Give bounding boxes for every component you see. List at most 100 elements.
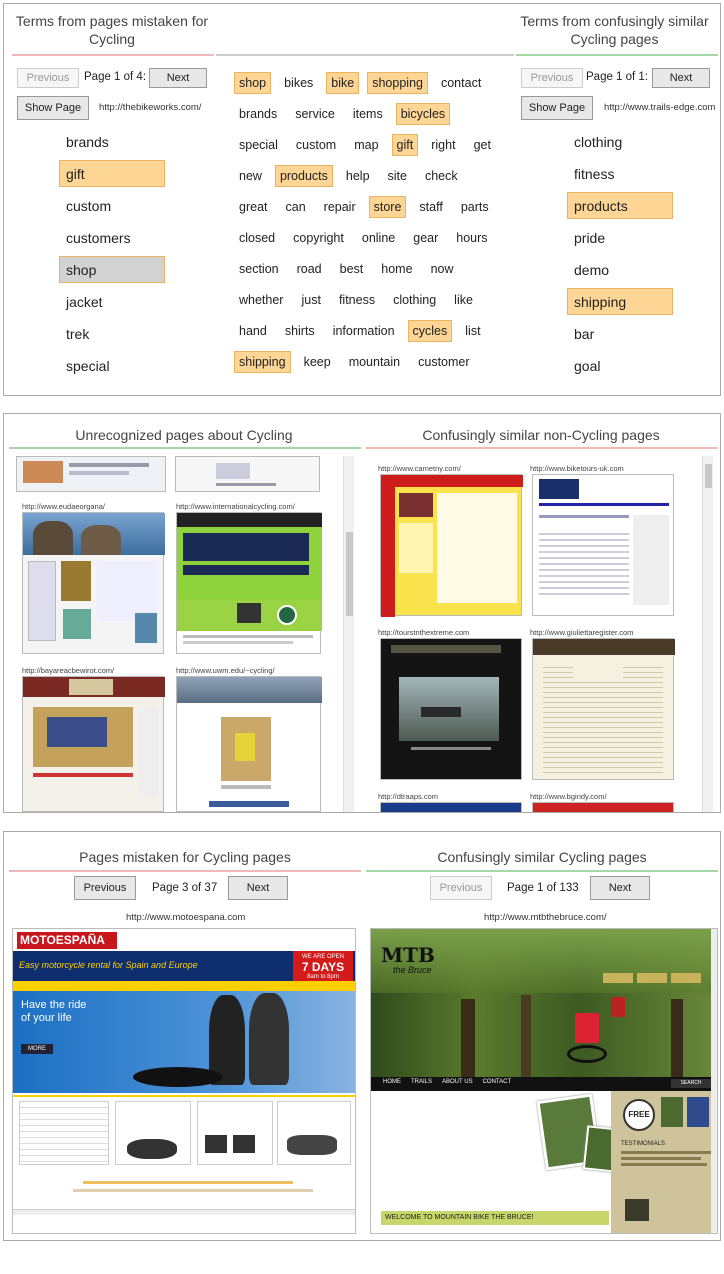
page-thumbnail[interactable] (532, 802, 674, 812)
cloud-term[interactable]: closed (234, 227, 280, 249)
page-thumbnail[interactable] (176, 676, 322, 812)
cloud-term[interactable]: shop (234, 71, 272, 94)
cloud-term[interactable]: can (281, 196, 311, 218)
page-thumbnail[interactable] (22, 512, 165, 654)
right-term-item[interactable]: pride (567, 224, 673, 251)
cloud-term[interactable]: gift (391, 133, 419, 156)
cloud-term[interactable]: now (426, 258, 459, 280)
page-thumbnail[interactable] (532, 638, 675, 780)
page-thumbnail[interactable] (380, 638, 522, 780)
left-term-item[interactable]: customers (59, 224, 165, 251)
cloud-term[interactable]: just (296, 289, 325, 311)
cloud-term[interactable]: copyright (288, 227, 349, 249)
cloud-term[interactable]: new (234, 165, 267, 187)
left-next-button[interactable]: Next (149, 68, 207, 88)
mistaken-page-screenshot[interactable]: MOTOESPAÑA Easy motorcycle rental for Sp… (12, 928, 356, 1234)
mtb-menu-item[interactable]: TRAILS (411, 1079, 432, 1085)
cloud-term[interactable]: cycles (407, 319, 453, 342)
left-previous-button[interactable]: Previous (17, 68, 79, 88)
similar-page-screenshot[interactable]: MTB the Bruce HOME TRAILS ABOUT US CONTACT … (370, 928, 718, 1234)
right-next-button[interactable]: Next (652, 68, 710, 88)
cloud-term[interactable]: right (426, 134, 460, 156)
left-term-item[interactable]: shop (59, 256, 165, 283)
similar-next-button[interactable]: Next (590, 876, 650, 900)
mistaken-previous-button[interactable]: Previous (74, 876, 136, 900)
cloud-term[interactable]: online (357, 227, 400, 249)
left-term-item[interactable]: gift (59, 160, 165, 187)
cloud-term[interactable]: shirts (280, 320, 320, 342)
cloud-term[interactable]: bikes (279, 72, 318, 94)
cloud-term[interactable]: customer (413, 351, 474, 373)
mistaken-next-button[interactable]: Next (228, 876, 288, 900)
cloud-term[interactable]: gear (408, 227, 443, 249)
left-term-item[interactable]: trek (59, 320, 165, 347)
cloud-term[interactable]: like (449, 289, 478, 311)
right-previous-button[interactable]: Previous (521, 68, 583, 88)
cloud-term[interactable]: repair (319, 196, 361, 218)
cloud-term[interactable]: special (234, 134, 283, 156)
mtb-menu-item[interactable]: ABOUT US (442, 1079, 473, 1085)
similar-non-cycling-scrollbar[interactable] (702, 456, 713, 812)
cloud-term[interactable]: bicycles (395, 102, 451, 125)
cloud-term[interactable]: shopping (367, 71, 428, 94)
mtb-search-button[interactable]: SEARCH (671, 1079, 711, 1088)
cloud-term[interactable]: site (383, 165, 412, 187)
page-thumbnail[interactable] (380, 802, 522, 812)
scrollbar-thumb[interactable] (705, 464, 712, 488)
right-term-item[interactable]: demo (567, 256, 673, 283)
cloud-term[interactable]: help (341, 165, 375, 187)
left-term-item[interactable]: special (59, 352, 165, 379)
cloud-term[interactable]: keep (299, 351, 336, 373)
cloud-term[interactable]: home (376, 258, 417, 280)
mtb-menu-item[interactable]: HOME (383, 1079, 401, 1085)
cloud-term[interactable]: custom (291, 134, 341, 156)
right-term-item[interactable]: clothing (567, 128, 673, 155)
cloud-term[interactable]: items (348, 103, 388, 125)
right-term-item[interactable]: bar (567, 320, 673, 347)
page-thumbnail[interactable] (22, 676, 165, 812)
cloud-term[interactable]: contact (436, 72, 486, 94)
cloud-term[interactable]: check (420, 165, 463, 187)
right-term-item[interactable]: fitness (567, 160, 673, 187)
cloud-term[interactable]: products (274, 164, 333, 187)
cloud-term[interactable]: staff (414, 196, 447, 218)
cloud-term[interactable]: hours (451, 227, 492, 249)
cloud-term[interactable]: great (234, 196, 273, 218)
right-term-item[interactable]: goal (567, 352, 673, 379)
cloud-term[interactable]: section (234, 258, 284, 280)
page-thumbnail[interactable] (532, 474, 674, 616)
page-thumbnail[interactable] (175, 456, 320, 492)
cloud-term[interactable]: shipping (234, 350, 291, 373)
mtb-menu-item[interactable]: CONTACT (483, 1079, 512, 1085)
cloud-term[interactable]: brands (234, 103, 282, 125)
more-button[interactable]: MORE (21, 1044, 53, 1054)
cloud-term[interactable]: road (292, 258, 327, 280)
scrollbar-thumb[interactable] (346, 532, 353, 616)
unrecognized-scrollbar[interactable] (343, 456, 354, 812)
similar-previous-button[interactable]: Previous (430, 876, 492, 900)
page-thumbnail[interactable] (176, 512, 322, 654)
right-term-item[interactable]: products (567, 192, 673, 219)
cloud-term[interactable]: parts (456, 196, 494, 218)
cloud-term[interactable]: service (290, 103, 340, 125)
cloud-term[interactable]: whether (234, 289, 288, 311)
cloud-term[interactable]: bike (326, 71, 360, 94)
left-term-item[interactable]: custom (59, 192, 165, 219)
right-show-page-button[interactable]: Show Page (521, 96, 593, 120)
cloud-term[interactable]: mountain (344, 351, 405, 373)
cloud-term[interactable]: list (460, 320, 485, 342)
cloud-term[interactable]: clothing (388, 289, 441, 311)
left-term-item[interactable]: jacket (59, 288, 165, 315)
left-show-page-button[interactable]: Show Page (17, 96, 89, 120)
cloud-term[interactable]: best (335, 258, 369, 280)
page-thumbnail[interactable] (16, 456, 166, 492)
cloud-term[interactable]: fitness (334, 289, 380, 311)
cloud-term[interactable]: information (328, 320, 400, 342)
cloud-term[interactable]: hand (234, 320, 272, 342)
cloud-term[interactable]: store (368, 195, 407, 218)
page-thumbnail[interactable] (380, 474, 523, 617)
cloud-term[interactable]: get (469, 134, 496, 156)
cloud-term[interactable]: map (349, 134, 383, 156)
right-term-item[interactable]: shipping (567, 288, 673, 315)
left-term-item[interactable]: brands (59, 128, 165, 155)
